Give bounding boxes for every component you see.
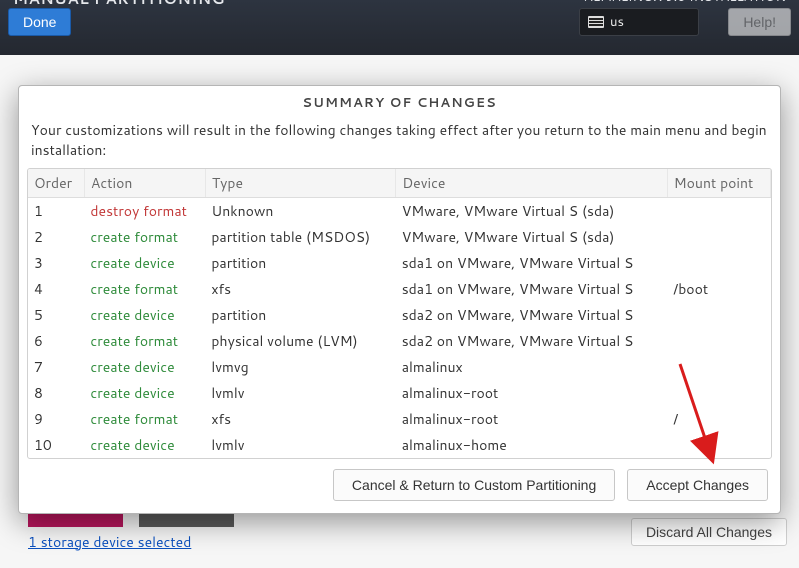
cell-type: lvmlv bbox=[205, 380, 395, 406]
col-device[interactable]: Device bbox=[396, 169, 668, 198]
cell-device: sda1 on VMware, VMware Virtual S bbox=[396, 250, 668, 276]
cell-type: Unknown bbox=[205, 198, 395, 225]
cell-type: physical volume (LVM) bbox=[205, 328, 395, 354]
cell-type: partition bbox=[205, 302, 395, 328]
table-row[interactable]: 6create formatphysical volume (LVM)sda2 … bbox=[28, 328, 771, 354]
table-row[interactable]: 10create devicelvmlvalmalinux-home bbox=[28, 432, 771, 458]
dialog-title: SUMMARY OF CHANGES bbox=[19, 86, 780, 118]
col-action[interactable]: Action bbox=[84, 169, 205, 198]
cell-action: create format bbox=[84, 224, 205, 250]
cell-order: 10 bbox=[28, 432, 84, 458]
summary-dialog: SUMMARY OF CHANGES Your customizations w… bbox=[18, 85, 781, 514]
cell-type: xfs bbox=[205, 406, 395, 432]
changes-table-container: Order Action Type Device Mount point 1de… bbox=[27, 168, 772, 459]
col-type[interactable]: Type bbox=[205, 169, 395, 198]
table-row[interactable]: 8create devicelvmlvalmalinux-root bbox=[28, 380, 771, 406]
cell-mount bbox=[667, 354, 770, 380]
cell-action: create device bbox=[84, 380, 205, 406]
help-button[interactable]: Help! bbox=[728, 8, 791, 36]
table-row[interactable]: 7create devicelvmvgalmalinux bbox=[28, 354, 771, 380]
table-row[interactable]: 1destroy formatUnknownVMware, VMware Vir… bbox=[28, 198, 771, 225]
cell-device: almalinux-root bbox=[396, 406, 668, 432]
dialog-footer: Cancel & Return to Custom Partitioning A… bbox=[19, 459, 780, 513]
cell-order: 3 bbox=[28, 250, 84, 276]
table-row[interactable]: 5create devicepartitionsda2 on VMware, V… bbox=[28, 302, 771, 328]
cell-type: lvmvg bbox=[205, 354, 395, 380]
cell-order: 4 bbox=[28, 276, 84, 302]
cell-type: partition table (MSDOS) bbox=[205, 224, 395, 250]
cell-mount bbox=[667, 224, 770, 250]
cell-action: create device bbox=[84, 354, 205, 380]
keyboard-layout-code: us bbox=[610, 13, 624, 31]
cell-action: destroy format bbox=[84, 198, 205, 225]
cell-device: sda2 on VMware, VMware Virtual S bbox=[396, 328, 668, 354]
cell-device: almalinux-root bbox=[396, 380, 668, 406]
cell-action: create device bbox=[84, 302, 205, 328]
col-order[interactable]: Order bbox=[28, 169, 84, 198]
cell-mount bbox=[667, 432, 770, 458]
cell-mount: /boot bbox=[667, 276, 770, 302]
cell-order: 5 bbox=[28, 302, 84, 328]
table-row[interactable]: 4create formatxfssda1 on VMware, VMware … bbox=[28, 276, 771, 302]
keyboard-icon bbox=[588, 16, 604, 28]
cell-order: 2 bbox=[28, 224, 84, 250]
changes-table: Order Action Type Device Mount point 1de… bbox=[28, 169, 771, 459]
cell-device: VMware, VMware Virtual S (sda) bbox=[396, 198, 668, 225]
cell-mount bbox=[667, 250, 770, 276]
cell-action: create format bbox=[84, 328, 205, 354]
cell-mount bbox=[667, 302, 770, 328]
topbar: MANUAL PARTITIONING ALMALINUX 9.0 INSTAL… bbox=[0, 0, 799, 55]
cell-device: sda2 on VMware, VMware Virtual S bbox=[396, 302, 668, 328]
cell-device: VMware, VMware Virtual S (sda) bbox=[396, 224, 668, 250]
dialog-description: Your customizations will result in the f… bbox=[19, 118, 780, 168]
keyboard-layout-selector[interactable]: us bbox=[579, 8, 699, 36]
cell-order: 1 bbox=[28, 198, 84, 225]
cell-mount bbox=[667, 328, 770, 354]
cell-device: almalinux-home bbox=[396, 432, 668, 458]
table-row[interactable]: 9create formatxfsalmalinux-root/ bbox=[28, 406, 771, 432]
cell-order: 8 bbox=[28, 380, 84, 406]
table-row[interactable]: 3create devicepartitionsda1 on VMware, V… bbox=[28, 250, 771, 276]
bottom-strip: 1 storage device selected Discard All Ch… bbox=[28, 512, 787, 552]
cell-action: create format bbox=[84, 276, 205, 302]
cell-order: 6 bbox=[28, 328, 84, 354]
discard-all-button[interactable]: Discard All Changes bbox=[631, 518, 787, 546]
cell-device: almalinux bbox=[396, 354, 668, 380]
cell-order: 7 bbox=[28, 354, 84, 380]
cell-mount bbox=[667, 198, 770, 225]
cell-device: sda1 on VMware, VMware Virtual S bbox=[396, 276, 668, 302]
cell-type: partition bbox=[205, 250, 395, 276]
col-mount[interactable]: Mount point bbox=[667, 169, 770, 198]
cell-action: create device bbox=[84, 432, 205, 458]
cancel-button[interactable]: Cancel & Return to Custom Partitioning bbox=[333, 469, 615, 501]
table-row[interactable]: 2create formatpartition table (MSDOS)VMw… bbox=[28, 224, 771, 250]
cell-action: create format bbox=[84, 406, 205, 432]
accept-button[interactable]: Accept Changes bbox=[627, 469, 768, 501]
cell-action: create device bbox=[84, 250, 205, 276]
distro-label-cut: ALMALINUX 9.0 INSTALLATION bbox=[584, 0, 786, 6]
storage-devices-link[interactable]: 1 storage device selected bbox=[28, 532, 191, 552]
cell-type: xfs bbox=[205, 276, 395, 302]
done-button[interactable]: Done bbox=[8, 8, 71, 36]
cell-order: 9 bbox=[28, 406, 84, 432]
cell-mount: / bbox=[667, 406, 770, 432]
cell-type: lvmlv bbox=[205, 432, 395, 458]
cell-mount bbox=[667, 380, 770, 406]
